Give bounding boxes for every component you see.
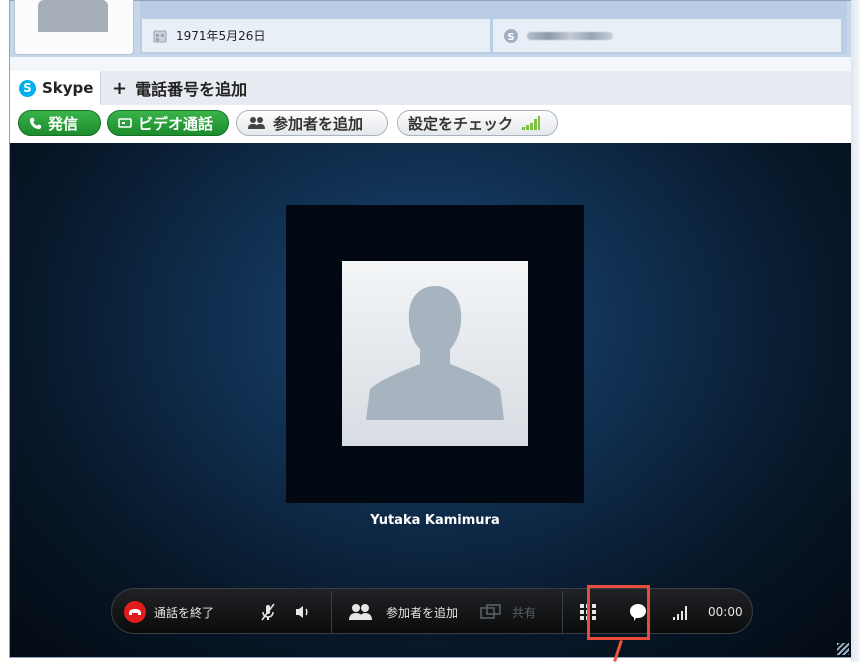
call-add-participant-label: 参加者を追加 xyxy=(386,605,459,620)
skype-icon: S xyxy=(503,28,519,44)
call-control-bar: 通話を終了 参加者を追加 共有 00:00 xyxy=(111,588,753,634)
share-button[interactable]: 共有 xyxy=(480,589,536,635)
caller-name: Yutaka Kamimura xyxy=(370,513,500,528)
microphone-muted-icon xyxy=(261,603,275,621)
tab-skype-label: Skype xyxy=(42,79,94,97)
speaker-icon xyxy=(296,606,308,618)
check-settings-label: 設定をチェック xyxy=(408,114,514,133)
check-settings-button[interactable]: 設定をチェック xyxy=(397,110,558,136)
call-button-label: 発信 xyxy=(48,114,79,133)
call-toolbar: 発信 ビデオ通話 参加者を追加 設定をチェック xyxy=(10,105,851,144)
call-add-participant-button[interactable]: 参加者を追加 xyxy=(348,589,458,635)
phone-icon xyxy=(29,117,42,130)
video-area: Yutaka Kamimura 通話を終了 参加者を追加 共有 00:00 xyxy=(10,143,851,657)
speaker-button[interactable] xyxy=(294,589,312,635)
tab-add-phone-label: 電話番号を追加 xyxy=(135,80,248,99)
plus-icon: + xyxy=(112,77,128,99)
hang-up-icon xyxy=(124,601,146,623)
add-participant-label: 参加者を追加 xyxy=(273,114,364,133)
profile-details: 1971年5月26日 S xyxy=(140,1,847,54)
call-button[interactable]: 発信 xyxy=(18,110,101,136)
divider xyxy=(331,591,332,633)
add-people-icon xyxy=(349,604,372,620)
birthday-icon xyxy=(152,28,168,44)
resize-grip[interactable] xyxy=(837,643,849,655)
end-call-label: 通話を終了 xyxy=(154,605,215,620)
conversation-tabbar: S Skype + 電話番号を追加 xyxy=(10,71,851,106)
video-call-button-label: ビデオ通話 xyxy=(138,114,214,133)
tab-skype[interactable]: S Skype xyxy=(10,71,101,105)
video-call-button[interactable]: ビデオ通話 xyxy=(107,110,229,136)
caller-tile xyxy=(286,205,584,503)
add-participant-button[interactable]: 参加者を追加 xyxy=(236,110,388,136)
avatar-silhouette xyxy=(38,0,108,32)
add-people-icon xyxy=(247,116,267,130)
skype-logo-icon: S xyxy=(19,79,36,97)
tab-add-phone-number[interactable]: + 電話番号を追加 xyxy=(102,71,257,105)
skype-window: 1971年5月26日 S S Skype + 電話番号を追加 発信 ビデオ通話 … xyxy=(9,0,852,658)
birthday-value: 1971年5月26日 xyxy=(176,29,266,43)
birthday-field: 1971年5月26日 xyxy=(142,19,490,52)
window-edge xyxy=(851,0,860,662)
chat-button-highlight xyxy=(587,585,650,640)
call-quality-indicator[interactable] xyxy=(672,589,690,635)
skype-name-redacted xyxy=(527,31,613,40)
share-label: 共有 xyxy=(512,605,537,620)
contact-avatar xyxy=(14,0,134,55)
caller-avatar xyxy=(342,261,528,446)
end-call-button[interactable]: 通話を終了 xyxy=(124,589,214,635)
divider xyxy=(562,591,563,633)
person-silhouette-icon xyxy=(366,286,504,420)
signal-strength-icon xyxy=(673,606,687,620)
share-screen-icon xyxy=(480,604,501,619)
contact-profile-strip: 1971年5月26日 S xyxy=(10,0,851,57)
svg-text:S: S xyxy=(507,32,514,43)
video-camera-icon xyxy=(118,117,132,129)
mute-button[interactable] xyxy=(260,589,276,635)
call-timer: 00:00 xyxy=(708,605,743,619)
skype-name-field: S xyxy=(493,19,841,52)
signal-strength-icon xyxy=(521,116,541,130)
